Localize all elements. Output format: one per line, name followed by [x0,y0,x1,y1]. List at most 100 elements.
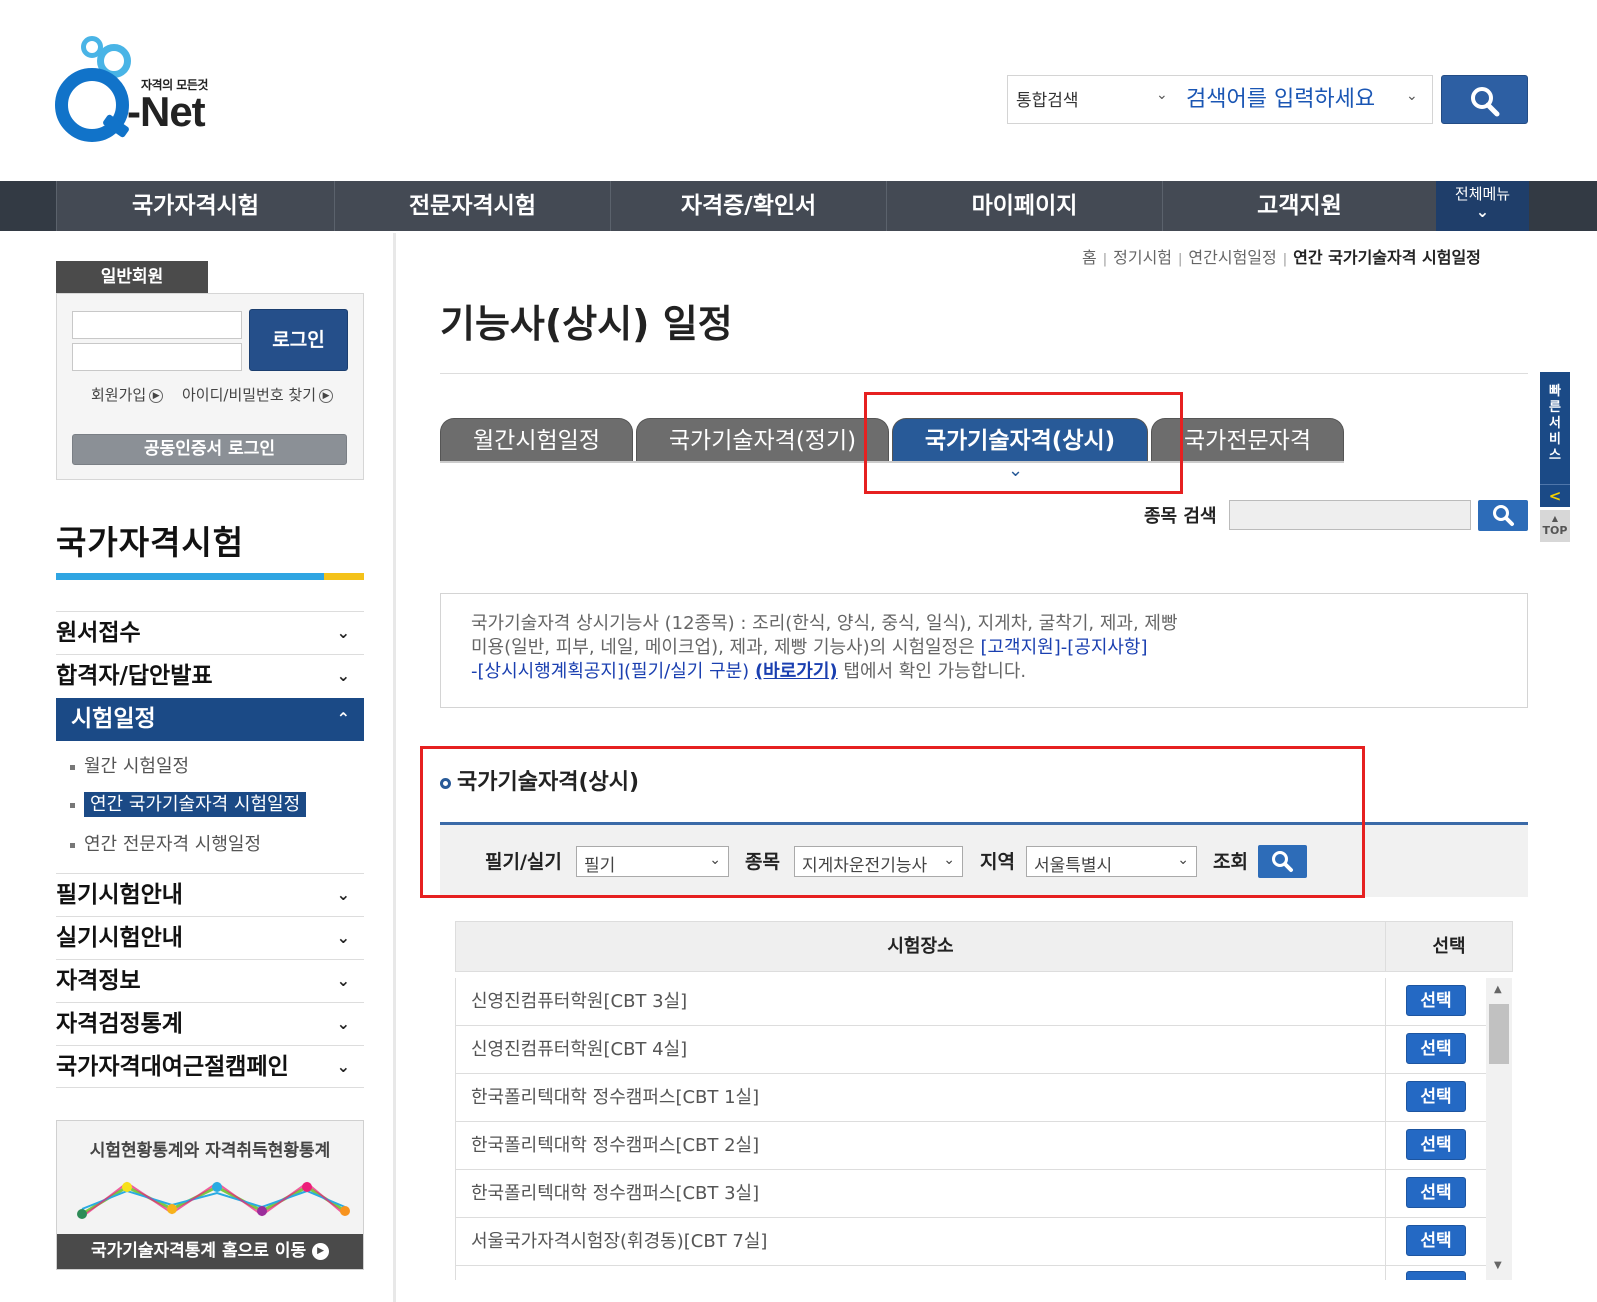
logo-name: -Net [127,88,206,135]
sidebar-item-statistics[interactable]: 자격검정통계 ⌄ [56,1002,364,1045]
chevron-down-icon: ⌄ [336,1057,350,1076]
stats-chart-icon [77,1181,350,1219]
nav-professional-exam[interactable]: 전문자격시험 [334,181,610,231]
breadcrumb-current: 연간 국가기술자격 시험일정 [1293,248,1481,267]
arrow-right-icon: ▶ [319,388,334,403]
select-button[interactable] [1406,1271,1466,1280]
column-header-select: 선택 [1432,936,1466,957]
select-button[interactable]: 선택 [1406,1081,1466,1112]
tab-monthly[interactable]: 월간시험일정 [440,418,633,462]
qnet-logo[interactable]: 자격의 모든것 -Net [55,36,225,146]
notice-line-3: 탭에서 확인 가능합니다. [837,661,1027,682]
search-button[interactable] [1441,75,1528,124]
chevron-down-icon: ⌄ [336,623,350,642]
sidebar-item-practical-guide[interactable]: 실기시험안내 ⌄ [56,916,364,959]
notice-line-2: 미용(일반, 피부, 네일, 메이크업), 제과, 제빵 기능사)의 시험일정은 [471,637,981,658]
exam-place: 한국폴리텍대학 정수캠퍼스[CBT 2실] [471,1135,760,1156]
scroll-down-icon[interactable]: ▼ [1494,1260,1502,1271]
sidebar-item-results[interactable]: 합격자/답안발표 ⌄ [56,654,364,697]
join-link[interactable]: 회원가입 ▶ [91,384,164,405]
exam-place: 서울국가자격시험장(휘경동)[CBT 7실] [471,1231,768,1252]
play-circle-icon: ▶ [312,1242,330,1260]
sidebar-item-application[interactable]: 원서접수 ⌄ [56,611,364,654]
chevron-down-icon: ⌄ [336,928,350,947]
sidebar-item-written-guide[interactable]: 필기시험안내 ⌄ [56,873,364,916]
stats-home-link[interactable]: 국가기술자격통계 홈으로 이동 ▶ [57,1234,363,1269]
quick-service-toggle[interactable]: < [1540,484,1570,507]
notice-box: 국가기술자격 상시기능사 (12종목) : 조리(한식, 양식, 중식, 일식)… [440,593,1528,708]
breadcrumb-annual[interactable]: 연간시험일정 [1188,248,1276,267]
sidebar-item-schedule[interactable]: 시험일정 ⌃ [56,698,364,741]
select-button[interactable]: 선택 [1406,1033,1466,1064]
exam-place: 신영진컴퓨터학원[CBT 4실] [471,1039,688,1060]
exam-place: 한국폴리텍대학 정수캠퍼스[CBT 3실] [471,1183,760,1204]
nav-mypage[interactable]: 마이페이지 [886,181,1162,231]
scroll-up-icon[interactable]: ▲ [1494,984,1502,995]
sidebar-sub-monthly[interactable]: 월간 시험일정 [70,752,189,778]
main-nav: 국가자격시험 전문자격시험 자격증/확인서 마이페이지 고객지원 전체메뉴 ⌄ [0,181,1597,231]
notice-link-support[interactable]: [고객지원]-[공지사항] [980,637,1147,658]
table-row: 한국폴리텍대학 정수캠퍼스[CBT 3실] 선택 [456,1170,1486,1218]
all-menu-button[interactable]: 전체메뉴 ⌄ [1436,181,1529,231]
login-tab-general[interactable]: 일반회원 [56,261,208,293]
chevron-down-icon: ⌄ [1475,202,1490,221]
notice-link-go[interactable]: (바로가기) [755,661,838,682]
sidebar-title-underline [56,573,364,580]
table-header: 시험장소 선택 [455,921,1513,972]
chevron-up-icon: ⌃ [336,709,350,728]
notice-link-plan[interactable]: -[상시시행계획공지](필기/실기 구분) [471,661,749,682]
find-account-link[interactable]: 아이디/비밀번호 찾기 ▶ [182,384,334,405]
quick-service-label: 빠른서비스 [1549,384,1561,463]
table-row: 서울국가자격시험장(휘경동)[CBT 7실] 선택 [456,1218,1486,1266]
breadcrumb-home[interactable]: 홈 [1082,248,1097,267]
chevron-down-icon: ⌄ [336,971,350,990]
search-input[interactable] [1186,77,1398,121]
sidebar-sub-annual-professional[interactable]: 연간 전문자격 시행일정 [70,830,261,856]
item-search-button[interactable] [1478,500,1528,531]
chevron-down-icon[interactable]: ⌄ [1406,88,1418,104]
select-button[interactable]: 선택 [1406,1129,1466,1160]
notice-line-1: 국가기술자격 상시기능사 (12종목) : 조리(한식, 양식, 중식, 일식)… [471,613,1178,634]
table-row-partial [456,1266,1486,1280]
item-search-label: 종목 검색 [1144,506,1217,527]
nav-national-exam[interactable]: 국가자격시험 [56,181,334,231]
exam-place: 한국폴리텍대학 정수캠퍼스[CBT 1실] [471,1087,760,1108]
global-search: 통합검색 ⌄ ⌄ [1007,75,1433,124]
search-icon [1493,505,1514,526]
sidebar-item-qualification-info[interactable]: 자격정보 ⌄ [56,959,364,1002]
table-row: 한국폴리텍대학 정수캠퍼스[CBT 1실] 선택 [456,1074,1486,1122]
sidebar-item-campaign[interactable]: 국가자격대여근절캠페인 ⌄ [56,1045,364,1088]
all-menu-label: 전체메뉴 [1454,185,1511,203]
stats-banner[interactable]: 시험현황통계와 자격취득현황통계 국가기술자격통계 홈으로 이동 ▶ [56,1120,364,1270]
exam-place: 신영진컴퓨터학원[CBT 3실] [471,991,688,1012]
breadcrumb-regular[interactable]: 정기시험 [1113,248,1172,267]
search-icon [1471,87,1500,117]
table-row: 신영진컴퓨터학원[CBT 3실] 선택 [456,978,1486,1026]
login-id-field[interactable] [72,311,242,339]
highlight-box-filters [420,746,1365,898]
select-button[interactable]: 선택 [1406,985,1466,1016]
scroll-thumb[interactable] [1489,1004,1509,1064]
top-button[interactable]: ▲ TOP [1540,510,1570,542]
tab-national-regular[interactable]: 국가기술자격(정기) [636,418,889,462]
chevron-down-icon[interactable]: ⌄ [1156,87,1168,103]
certificate-login-button[interactable]: 공동인증서 로그인 [72,434,347,465]
search-scope-select[interactable]: 통합검색 [1016,86,1079,111]
login-box: 로그인 회원가입 ▶ 아이디/비밀번호 찾기 ▶ 공동인증서 로그인 [56,293,364,480]
nav-customer-support[interactable]: 고객지원 [1162,181,1436,231]
chevron-down-icon: ⌄ [336,666,350,685]
sidebar-sub-annual-national[interactable]: 연간 국가기술자격 시험일정 [70,790,307,817]
table-scrollbar[interactable]: ▲ ▼ [1486,978,1512,1280]
table-row: 한국폴리텍대학 정수캠퍼스[CBT 2실] 선택 [456,1122,1486,1170]
table-body[interactable]: 신영진컴퓨터학원[CBT 3실] 선택 신영진컴퓨터학원[CBT 4실] 선택 … [455,978,1513,1280]
item-search-input[interactable] [1229,500,1471,530]
highlight-box-tab [864,392,1183,494]
select-button[interactable]: 선택 [1406,1177,1466,1208]
nav-certificate[interactable]: 자격증/확인서 [610,181,886,231]
login-password-field[interactable] [72,343,242,371]
chevron-down-icon: ⌄ [336,1014,350,1033]
login-button[interactable]: 로그인 [249,309,348,371]
stats-banner-title: 시험현황통계와 자격취득현황통계 [89,1141,331,1161]
chevron-down-icon: ⌄ [336,885,350,904]
select-button[interactable]: 선택 [1406,1225,1466,1256]
